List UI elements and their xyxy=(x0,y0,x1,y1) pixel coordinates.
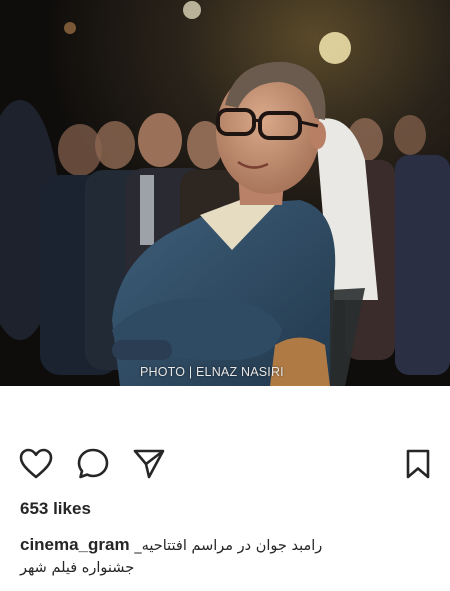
likes-count[interactable]: 653 likes xyxy=(20,499,91,519)
comment-icon xyxy=(77,448,109,479)
bookmark-icon xyxy=(406,449,430,479)
comment-button[interactable] xyxy=(75,446,111,482)
caption-text-line2: جشنواره فیلم شهر xyxy=(20,560,135,576)
heart-icon xyxy=(19,448,53,479)
caption-username[interactable]: cinema_gram xyxy=(20,535,130,554)
share-button[interactable] xyxy=(131,446,167,482)
like-button[interactable] xyxy=(18,446,54,482)
photo-credit: PHOTO | ELNAZ NASIRI xyxy=(140,365,284,379)
send-icon xyxy=(133,449,165,479)
caption-text-line1: _رامبد جوان در مراسم افتتاحیه xyxy=(134,538,323,554)
post-photo[interactable]: PHOTO | ELNAZ NASIRI xyxy=(0,0,450,386)
photo-illustration xyxy=(0,0,450,386)
save-button[interactable] xyxy=(400,446,436,482)
post-action-bar xyxy=(0,446,450,486)
post-caption: cinema_gram _رامبد جوان در مراسم افتتاحی… xyxy=(20,532,440,559)
